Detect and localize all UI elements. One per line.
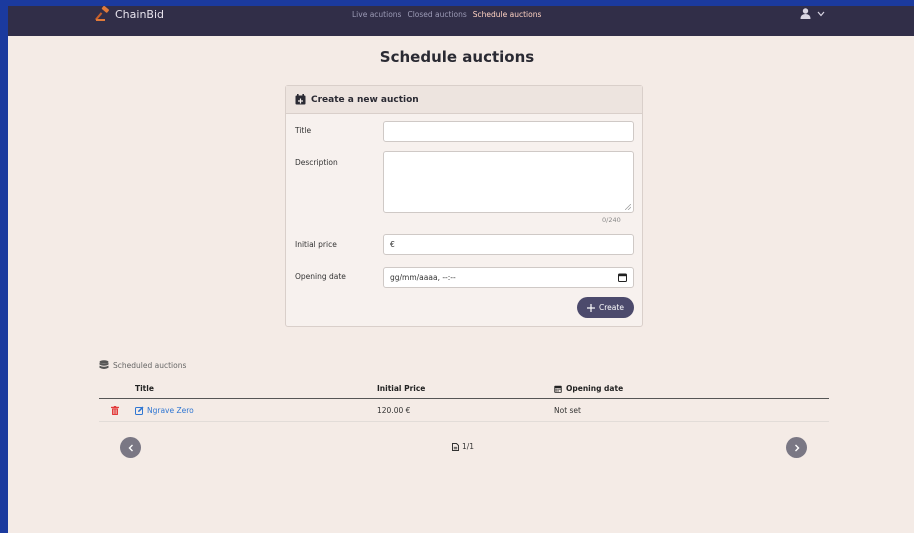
user-icon [800,8,811,19]
opening-date-placeholder: gg/mm/aaaa, --:-- [390,273,456,282]
column-opening-date: Opening date [554,384,623,393]
calendar-icon[interactable] [618,273,627,282]
description-label: Description [295,158,338,167]
edit-icon [135,406,144,415]
title-input[interactable] [383,121,634,142]
nav-schedule-auctions[interactable]: Schedule auctions [473,10,542,19]
auction-title: Ngrave Zero [147,406,194,415]
opening-date-label: Opening date [295,272,346,281]
nav-closed-auctions[interactable]: Closed auctions [407,10,466,19]
create-button-label: Create [599,303,624,312]
table-header: Title Initial Price Opening date [99,380,829,399]
opening-date-input[interactable]: gg/mm/aaaa, --:-- [383,267,634,288]
file-icon [452,442,459,451]
database-icon [99,360,109,369]
resize-handle-icon[interactable] [625,204,631,210]
nav-live-auctions[interactable]: Live acutions [352,10,401,19]
gavel-icon [95,6,109,21]
calendar-icon [554,385,562,393]
column-initial-price: Initial Price [377,384,426,393]
calendar-plus-icon [295,94,306,105]
currency-prefix: € [390,240,395,249]
description-counter: 0/240 [602,216,621,224]
scheduled-auctions-heading: Scheduled auctions [99,360,186,370]
auction-price: 120.00 € [377,406,411,415]
main-nav: Live acutions Closed auctions Schedule a… [352,10,541,19]
plus-icon [587,303,596,312]
description-textarea[interactable] [383,151,634,213]
brand-logo[interactable]: ChainBid [95,6,164,22]
pagination-info: 1/1 [452,442,474,451]
card-title: Create a new auction [311,94,419,105]
user-menu[interactable] [800,8,825,19]
page-counter: 1/1 [462,442,475,451]
table-row: Ngrave Zero 120.00 € Not set [99,401,829,422]
create-auction-card: Create a new auction Title Description 0… [285,85,643,327]
title-label: Title [295,126,312,135]
scheduled-auctions-label: Scheduled auctions [113,360,187,370]
create-button[interactable]: Create [577,297,634,318]
chevron-left-icon [128,444,133,451]
chevron-right-icon [794,444,799,451]
column-title: Title [135,384,154,393]
initial-price-input[interactable]: € [383,234,634,255]
auction-title-link[interactable]: Ngrave Zero [135,406,194,415]
chevron-down-icon [817,11,825,16]
next-page-button[interactable] [786,437,807,458]
column-opening-date-label: Opening date [566,384,624,393]
auction-opening-date: Not set [554,406,581,415]
delete-icon[interactable] [111,406,119,415]
card-header: Create a new auction [286,86,642,114]
initial-price-label: Initial price [295,240,337,249]
brand-name: ChainBid [115,7,165,21]
previous-page-button[interactable] [120,437,141,458]
page-title: Schedule auctions [379,48,535,66]
